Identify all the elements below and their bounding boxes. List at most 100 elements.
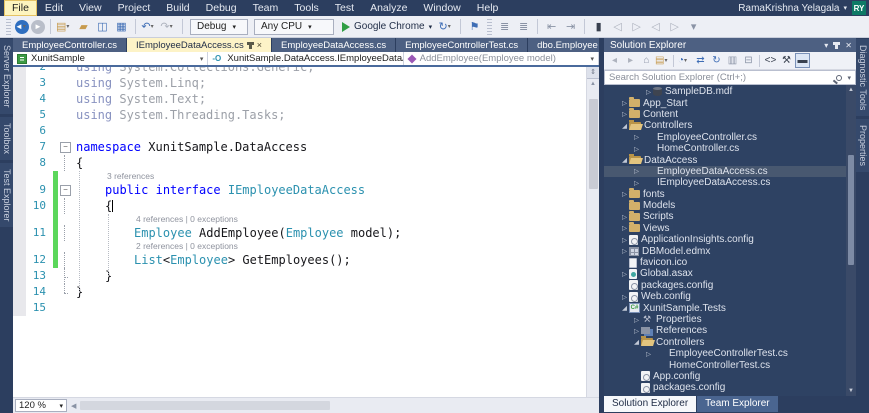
debug-configuration-combo[interactable]: Debug ▾ [190,18,248,35]
expand-arrow[interactable]: ▷ [620,99,629,107]
expand-arrow[interactable]: ▷ [620,110,629,118]
navigate-forward-button[interactable]: ► [31,19,45,34]
tree-item-iemployeedataaccess-cs[interactable]: ▷ IEmployeeDataAccess.cs [604,177,846,188]
tree-item-homecontroller-cs[interactable]: ▷ HomeController.cs [604,143,846,154]
outlining-margin[interactable] [58,107,72,123]
tree-item-fonts[interactable]: ▷ fonts [604,188,846,200]
project-selector[interactable]: XunitSample ▾ [13,52,209,65]
outlining-margin[interactable] [58,198,72,214]
se-navigate-forward-button[interactable]: ▸ [623,53,638,68]
tab-employeedataaccess-cs[interactable]: EmployeeDataAccess.cs [272,38,396,52]
outlining-margin[interactable] [58,182,72,198]
outlining-margin[interactable] [58,123,72,139]
expand-arrow[interactable]: ▷ [620,236,629,244]
redo-button[interactable]: ↷ ▾ [160,18,177,35]
menu-item-build[interactable]: Build [158,0,197,16]
member-selector[interactable]: AddEmployee(Employee model) ▾ [404,52,599,65]
toolbar-grip[interactable] [487,18,493,35]
expand-arrow[interactable]: ▷ [620,247,629,255]
breakpoint-margin[interactable] [13,67,26,75]
scroll-up-arrow[interactable]: ▲ [590,79,596,89]
next-bookmark-in-folder-button[interactable]: ▷ [666,18,683,35]
menu-item-view[interactable]: View [71,0,110,16]
expand-arrow[interactable]: ▷ [632,327,641,335]
editor-vertical-scrollbar[interactable]: ⇕ ▲ [586,67,599,397]
tree-item-dataaccess[interactable]: ◢ DataAccess [604,154,846,166]
menu-item-project[interactable]: Project [110,0,159,16]
scroll-up-arrow[interactable]: ▲ [848,85,854,95]
tree-item-dbmodel-edmx[interactable]: ▷ DBModel.edmx [604,245,846,257]
code-editor[interactable]: 2using System.Collections.Generic;3using… [13,67,586,397]
expand-arrow[interactable]: ▷ [620,190,629,198]
previous-bookmark-in-folder-button[interactable]: ◁ [647,18,664,35]
breakpoint-margin[interactable] [13,155,26,171]
outlining-margin[interactable] [58,300,72,316]
expand-arrow[interactable]: ▷ [644,88,653,96]
outlining-margin[interactable] [58,67,72,75]
breakpoint-margin[interactable] [13,268,26,284]
tree-item-web-config[interactable]: ▷ Web.config [604,291,846,302]
user-account-button[interactable]: RamaKrishna Yelagala ▾ [738,3,847,14]
tree-item-applicationinsights-config[interactable]: ▷ ApplicationInsights.config [604,234,846,245]
tool-tab-toolbox[interactable]: Toolbox [0,116,13,160]
breakpoint-margin[interactable] [13,284,26,300]
menu-item-analyze[interactable]: Analyze [362,0,415,16]
tree-item-favicon-ico[interactable]: favicon.ico [604,257,846,268]
expand-arrow[interactable]: ▷ [620,224,629,232]
expand-arrow[interactable]: ◢ [632,338,641,346]
scroll-down-arrow[interactable]: ▼ [848,386,854,396]
tool-tab-diagnostic-tools[interactable]: Diagnostic Tools [856,39,869,117]
expand-arrow[interactable]: ▷ [644,350,653,358]
type-selector[interactable]: -OXunitSample.DataAccess.IEmployeeDataAc… [208,52,404,65]
scroll-left-arrow[interactable]: ◀ [67,402,80,410]
se-collapse-all-button[interactable]: ⊟ [741,53,756,68]
window-position-button[interactable]: ▾ [824,41,828,50]
breakpoint-margin[interactable] [13,198,26,214]
tool-tab-server-explorer[interactable]: Server Explorer [0,39,13,114]
outlining-margin[interactable] [58,139,72,155]
solution-platform-combo[interactable]: Any CPU ▾ [254,18,334,35]
editor-horizontal-scrollbar[interactable]: ◀ [67,398,599,413]
menu-item-team[interactable]: Team [245,0,287,16]
outlining-margin[interactable] [58,284,72,300]
expand-arrow[interactable]: ◢ [620,122,629,130]
scrollbar-thumb[interactable] [848,155,854,265]
tree-item-app-start[interactable]: ▷ App_Start [604,97,846,109]
expand-arrow[interactable]: ▷ [632,316,641,324]
tree-item-views[interactable]: ▷ Views [604,222,846,234]
line-uncomment-button[interactable]: ≣ [515,18,532,35]
avatar[interactable]: RY [852,1,866,15]
tree-item-controllers[interactable]: ◢ Controllers [604,119,846,131]
menu-item-window[interactable]: Window [415,0,468,16]
menu-item-file[interactable]: File [4,0,37,16]
toolbar-options-button[interactable]: ▾ [685,18,702,35]
breakpoint-margin[interactable] [13,107,26,123]
tree-item-controllers[interactable]: ◢ Controllers [604,336,846,348]
decrease-indent-button[interactable]: ⇤ [543,18,560,35]
outlining-margin[interactable] [58,155,72,171]
toolbar-grip[interactable] [6,18,11,35]
panel-tab-solution-explorer[interactable]: Solution Explorer [604,396,697,412]
navigate-backward-button[interactable]: ◄ ▾ [15,19,29,34]
tree-item-global-asax[interactable]: ▷ Global.asax [604,268,846,279]
expand-arrow[interactable]: ▷ [632,167,641,175]
se-navigate-backward-button[interactable]: ◂ [607,53,622,68]
breakpoint-margin[interactable] [13,225,26,241]
open-file-button[interactable]: ▰ [75,18,92,35]
tree-item-packages-config[interactable]: packages.config [604,280,846,291]
auto-hide-pin-button[interactable] [833,41,841,49]
tree-item-employeedataaccess-cs[interactable]: ▷ EmployeeDataAccess.cs [604,165,846,178]
new-project-button[interactable]: ▤ ▾ [56,18,73,35]
tool-tab-test-explorer[interactable]: Test Explorer [0,162,13,228]
tree-item-employeecontrollertest-cs[interactable]: ▷ EmployeeControllerTest.cs [604,348,846,359]
line-comment-button[interactable]: ≣ [496,18,513,35]
breakpoint-margin[interactable] [13,300,26,316]
expand-arrow[interactable]: ◢ [620,156,629,164]
pin-tab-icon[interactable] [246,42,254,49]
tree-item-employeecontroller-cs[interactable]: ▷ EmployeeController.cs [604,132,846,143]
expand-arrow[interactable]: ◢ [620,304,629,312]
se-view-code-button[interactable]: <> [763,53,778,68]
solution-explorer-search[interactable]: Search Solution Explorer (Ctrl+;) ▾ [604,70,856,85]
se-refresh-button[interactable]: ↻ [709,53,724,68]
close-tab-icon[interactable]: × [257,41,262,50]
